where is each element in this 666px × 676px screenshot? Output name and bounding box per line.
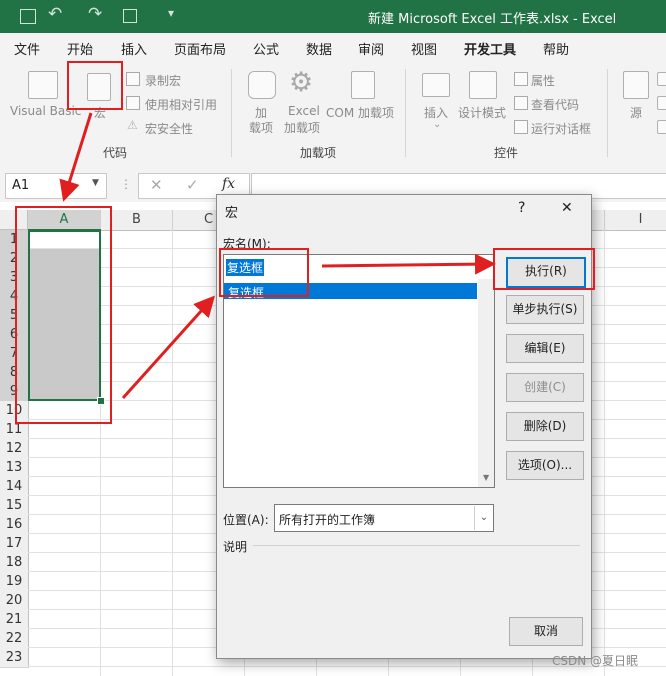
watermark: CSDN @夏日眠 [552,654,639,668]
arrow-macros-to-column [59,112,93,202]
annotation-arrows [59,112,496,400]
arrow-column-to-dialog [121,295,216,400]
arrow-name-to-run [321,253,496,275]
